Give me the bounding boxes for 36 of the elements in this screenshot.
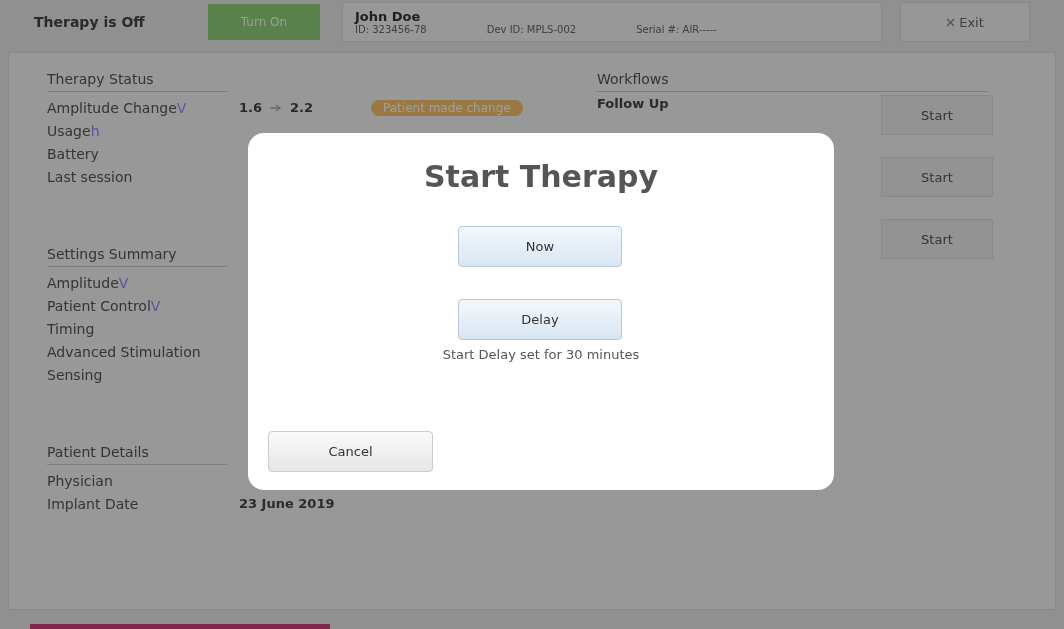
start-button[interactable]: Start	[881, 157, 993, 197]
section-title: Therapy Status	[47, 71, 227, 92]
row-label: Implant Date	[47, 495, 140, 512]
section-title: Patient Details	[47, 444, 227, 465]
exit-button[interactable]: Exit	[900, 2, 1030, 42]
row-label: Last session	[47, 168, 134, 185]
serial-number: Serial #: AIR-----	[636, 24, 717, 35]
row-value: 1.6	[239, 100, 263, 115]
therapy-status-text: Therapy is Off	[34, 14, 146, 30]
patient-id: ID: 323456-78	[355, 24, 427, 35]
section-title: Settings Summary	[47, 246, 227, 267]
row-label: AmplitudeV	[47, 274, 130, 291]
start-button[interactable]: Start	[881, 95, 993, 135]
change-badge: Patient made change	[371, 99, 523, 116]
section-title: Workflows	[597, 71, 989, 92]
close-icon	[946, 17, 956, 27]
row-label: Amplitude ChangeV	[47, 99, 188, 116]
row-value: 23 June 2019	[239, 496, 335, 511]
row-value: 2.2	[290, 100, 314, 115]
delay-note: Start Delay set for 30 minutes	[441, 347, 641, 362]
dialog-title: Start Therapy	[423, 159, 659, 194]
row-label: Advanced Stimulation	[47, 343, 202, 360]
now-button[interactable]: Now	[458, 226, 622, 267]
row-label: Battery	[47, 145, 100, 162]
device-id: Dev ID: MPLS-002	[486, 24, 577, 35]
arrow-icon	[270, 103, 283, 112]
patient-name: John Doe	[355, 9, 422, 24]
start-button[interactable]: Start	[881, 219, 993, 259]
row-label: Patient ControlV	[47, 297, 162, 314]
delay-button[interactable]: Delay	[458, 299, 622, 340]
row-label: Physician	[47, 472, 114, 489]
cancel-button[interactable]: Cancel	[268, 431, 433, 472]
row-label: Timing	[47, 320, 96, 337]
row-label: Sensing	[47, 366, 104, 383]
row-label: Usageh	[47, 122, 101, 139]
workflow-name: Follow Up	[597, 96, 670, 111]
